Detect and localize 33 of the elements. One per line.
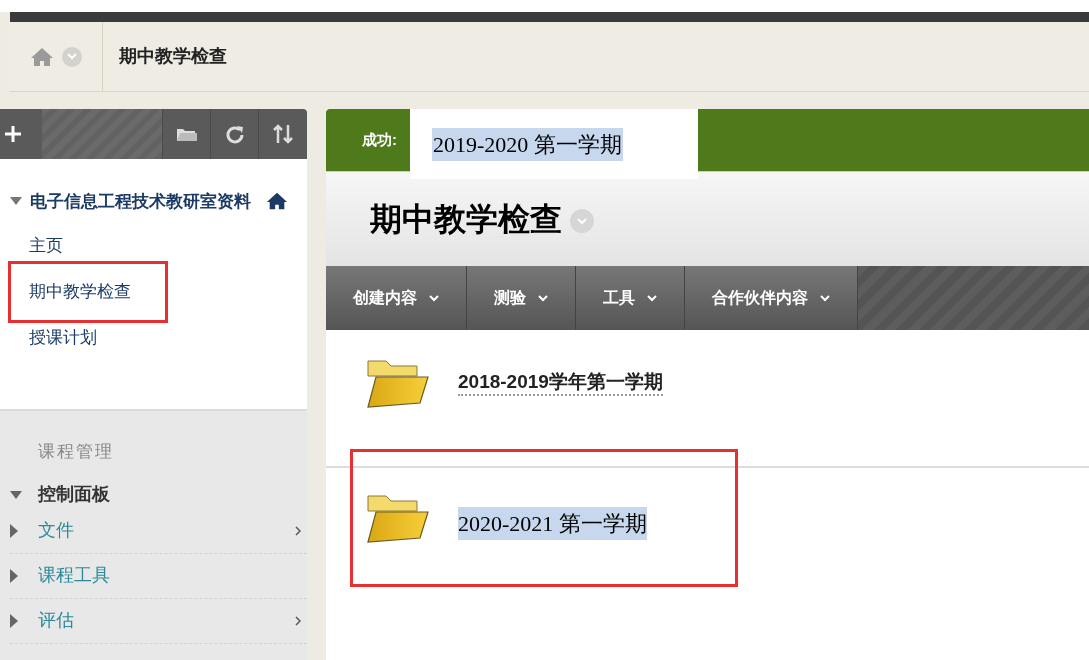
panel-item[interactable]: 评估	[10, 598, 307, 644]
chevron-down-icon	[538, 294, 548, 302]
folder-icon	[366, 492, 430, 544]
selected-text: 2019-2020 第一学期	[432, 127, 623, 161]
section-heading: 课程管理	[37, 441, 115, 463]
panel-item[interactable]: 文件	[10, 508, 307, 554]
plus-icon	[4, 125, 22, 143]
chevron-icon	[577, 217, 587, 225]
breadcrumb-title: 期中教学检查	[119, 45, 227, 68]
chevron-down-icon	[647, 294, 657, 302]
menu-tab[interactable]: 创建内容	[326, 266, 467, 330]
selected-text: 2020-2021 第一学期	[458, 506, 647, 540]
chevron-down-icon	[820, 294, 830, 302]
menu-tab[interactable]: 工具	[576, 266, 685, 330]
panel-item-label: 评估	[38, 609, 75, 632]
sidebar-link[interactable]: 期中教学检查	[29, 279, 131, 305]
chevron-icon	[67, 53, 77, 60]
sidebar-link[interactable]: 授课计划	[29, 325, 97, 351]
panel-heading[interactable]: 控制面板	[38, 481, 110, 508]
panel-item-label: 文件	[38, 519, 75, 542]
collapse-triangle-icon[interactable]	[10, 490, 22, 499]
panel-item-label: 课程工具	[38, 564, 111, 587]
panel-item[interactable]: 课程工具	[10, 553, 307, 599]
folder-link[interactable]: 2018-2019学年第一学期	[458, 370, 663, 396]
page-title: 期中教学检查	[370, 200, 562, 239]
course-title[interactable]: 电子信息工程技术教研室资料	[30, 189, 266, 215]
menu-tab[interactable]: 测验	[467, 266, 576, 330]
collapse-triangle-icon[interactable]	[10, 197, 22, 205]
folder-icon	[366, 357, 430, 409]
sidebar-link[interactable]: 主页	[29, 233, 63, 259]
home-icon[interactable]	[266, 191, 288, 211]
banner-message: 成功:	[362, 129, 397, 150]
chevron-down-icon	[429, 294, 439, 302]
